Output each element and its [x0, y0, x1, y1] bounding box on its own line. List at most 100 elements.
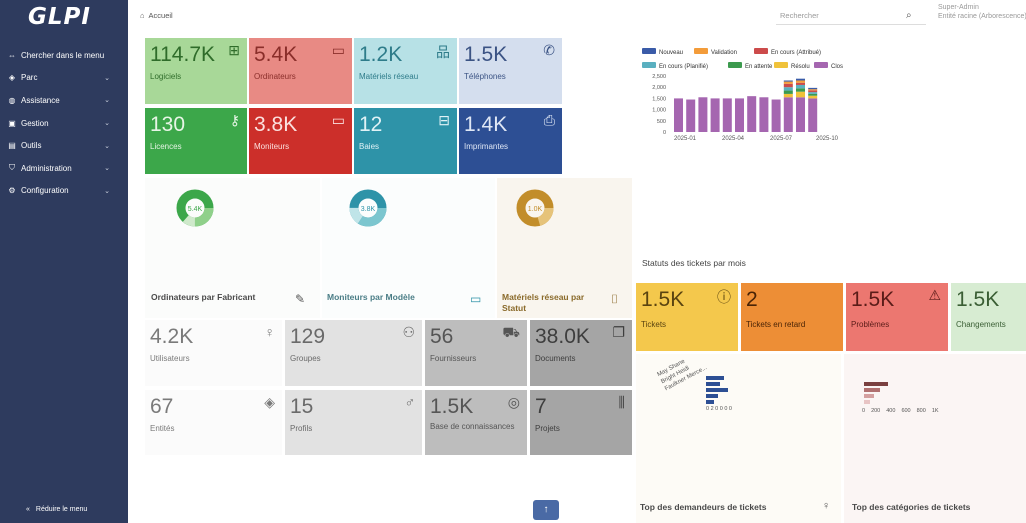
chart-bar-segment[interactable]: [783, 81, 793, 84]
donut-chart[interactable]: 5.4K: [175, 188, 215, 228]
legend-label[interactable]: En cours (Attribué): [771, 50, 821, 56]
chart-bar-segment[interactable]: [796, 82, 805, 85]
chart-bar-segment[interactable]: [686, 99, 696, 132]
tile-problemes[interactable]: 1.5K Problèmes ⚠: [846, 283, 948, 351]
search-input[interactable]: Rechercher: [776, 8, 926, 25]
tile-logiciels[interactable]: 114.7K Logiciels ⊞: [145, 38, 247, 104]
legend-label[interactable]: En attente: [745, 64, 773, 70]
chart-bar-segment[interactable]: [710, 98, 720, 132]
tile-groupes[interactable]: 129 Groupes ⚇: [285, 320, 422, 386]
sidebar-item-gestion[interactable]: ▣ Gestion ⌄: [0, 112, 128, 135]
category-bar[interactable]: [864, 382, 888, 386]
chart-bar-segment[interactable]: [747, 96, 757, 132]
legend-label[interactable]: Validation: [711, 50, 737, 56]
status-chart[interactable]: Nouveau Validation En cours (Attribué) En c…: [636, 38, 1026, 248]
category-bar[interactable]: [864, 394, 874, 398]
reduce-menu-button[interactable]: « Réduire le menu: [26, 506, 87, 513]
tile-label: Groupes: [290, 354, 321, 363]
legend-label[interactable]: Nouveau: [659, 50, 683, 56]
chart-bar-segment[interactable]: [722, 98, 732, 132]
sidebar-item-parc[interactable]: ◈ Parc ⌄: [0, 67, 128, 90]
sidebar-item-configuration[interactable]: ⚙ Configuration ⌄: [0, 180, 128, 203]
tile-tickets-retard[interactable]: 2 Tickets en retard: [741, 283, 843, 351]
axis-tick: 600: [901, 408, 911, 414]
requester-bar[interactable]: [706, 388, 728, 392]
requester-bar[interactable]: [706, 382, 720, 386]
sidebar-item-label: Administration: [21, 163, 72, 173]
donut-chart[interactable]: 1.0K: [515, 188, 555, 228]
tile-materiels-reseau[interactable]: 1.2K Matériels réseau 品: [354, 38, 457, 104]
tile-imprimantes[interactable]: 1.4K Imprimantes ⎙: [459, 108, 562, 174]
chart-bar-segment[interactable]: [783, 83, 793, 88]
chart-bar-segment[interactable]: [698, 97, 708, 132]
legend-swatch[interactable]: [774, 62, 788, 68]
chart-bar-segment[interactable]: [783, 80, 793, 82]
legend-label[interactable]: Clos: [831, 64, 843, 70]
tile-telephones[interactable]: 1.5K Téléphones ✆: [459, 38, 562, 104]
tile-tickets[interactable]: 1.5K Tickets ⓘ: [636, 283, 738, 351]
chart-bar-segment[interactable]: [796, 80, 805, 83]
tile-utilisateurs[interactable]: 4.2K Utilisateurs ♀: [145, 320, 282, 386]
chart-bar-segment[interactable]: [796, 88, 805, 92]
edit-icon[interactable]: ✎: [295, 292, 305, 306]
sidebar-item-label: Outils: [21, 141, 42, 151]
chart-bar-segment[interactable]: [759, 97, 769, 132]
tile-projets[interactable]: 7 Projets ⫼: [530, 390, 632, 455]
tile-changements[interactable]: 1.5K Changements: [951, 283, 1026, 351]
chart-bar-segment[interactable]: [808, 95, 818, 99]
legend-label[interactable]: En cours (Planifié): [659, 64, 708, 70]
chart-bar-segment[interactable]: [783, 93, 793, 98]
chart-bar-segment[interactable]: [783, 90, 793, 94]
legend-swatch[interactable]: [754, 48, 768, 54]
tile-moniteurs[interactable]: 3.8K Moniteurs ▭: [249, 108, 352, 174]
chart-bar-segment[interactable]: [808, 93, 818, 96]
search-icon[interactable]: ⌕: [906, 10, 912, 21]
tile-documents[interactable]: 38.0K Documents ❐: [530, 320, 632, 386]
chart-bar-segment[interactable]: [796, 97, 805, 132]
arrows-icon: ⇔: [8, 50, 16, 60]
sidebar-item-search-menu[interactable]: ⇔ Chercher dans le menu: [0, 44, 128, 67]
legend-swatch[interactable]: [814, 62, 828, 68]
chart-bar-segment[interactable]: [771, 99, 781, 132]
legend-swatch[interactable]: [642, 48, 656, 54]
legend-swatch[interactable]: [642, 62, 656, 68]
user-menu[interactable]: Super-Admin Entité racine (Arborescence): [938, 3, 1026, 21]
chart-bar-segment[interactable]: [808, 92, 818, 94]
tile-entites[interactable]: 67 Entités ◈: [145, 390, 282, 455]
sidebar-item-assistance[interactable]: ◍ Assistance ⌄: [0, 89, 128, 112]
tile-fournisseurs[interactable]: 56 Fournisseurs ⛟: [425, 320, 527, 386]
scroll-top-button[interactable]: ↑: [533, 500, 559, 520]
chart-bar-segment[interactable]: [796, 84, 805, 89]
tile-ordinateurs[interactable]: 5.4K Ordinateurs ▭: [249, 38, 352, 104]
donut-chart[interactable]: 3.8K: [348, 188, 388, 228]
chart-bar-segment[interactable]: [796, 91, 805, 98]
chart-bar-segment[interactable]: [674, 98, 683, 132]
tile-base-connaissances[interactable]: 1.5K Base de connaissances ◎: [425, 390, 527, 455]
tag-icon[interactable]: ⌷: [611, 292, 618, 307]
glpi-logo[interactable]: GLPI: [28, 4, 91, 30]
requester-bar[interactable]: [706, 394, 718, 398]
category-bar[interactable]: [864, 388, 880, 392]
legend-label[interactable]: Résolu: [791, 64, 810, 70]
user-icon[interactable]: ♀: [822, 500, 830, 512]
sidebar-item-outils[interactable]: ▤ Outils ⌄: [0, 134, 128, 157]
chart-bar-segment[interactable]: [808, 87, 818, 90]
chart-bar-segment[interactable]: [735, 98, 744, 132]
chart-bar-segment[interactable]: [783, 97, 793, 132]
chart-bar-segment[interactable]: [796, 78, 805, 81]
tile-profils[interactable]: 15 Profils ♂: [285, 390, 422, 455]
chart-bar-segment[interactable]: [808, 98, 818, 132]
legend-swatch[interactable]: [728, 62, 742, 68]
chart-bar-segment[interactable]: [808, 89, 818, 91]
chart-bar-segment[interactable]: [783, 87, 793, 91]
legend-swatch[interactable]: [694, 48, 708, 54]
breadcrumb[interactable]: ⌂ Accueil: [140, 11, 173, 20]
requester-bar[interactable]: [706, 376, 724, 380]
chart-bar-segment[interactable]: [808, 90, 818, 93]
monitor-icon[interactable]: ▭: [470, 292, 481, 306]
requester-bar[interactable]: [706, 400, 714, 404]
tile-licences[interactable]: 130 Licences ⚷: [145, 108, 247, 174]
tile-baies[interactable]: 12 Baies ⊟: [354, 108, 457, 174]
sidebar-item-administration[interactable]: ⛉ Administration ⌄: [0, 157, 128, 180]
category-bar[interactable]: [864, 400, 870, 404]
